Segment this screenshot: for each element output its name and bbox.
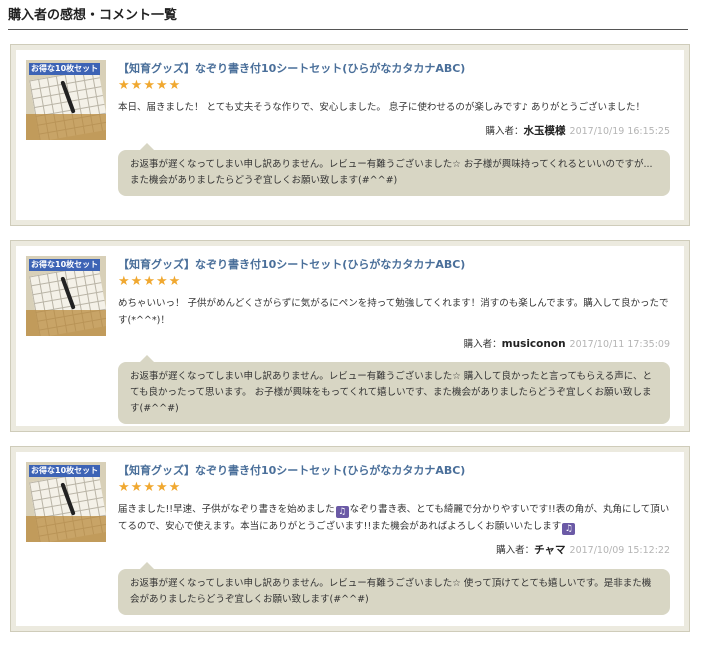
page-title: 購入者の感想・コメント一覧 [8,4,688,30]
review-card: お得な10枚セット 【知育グッズ】なぞり書き付10シートセット(ひらがなカタカナ… [10,44,690,226]
review-card-inner: お得な10枚セット 【知育グッズ】なぞり書き付10シートセット(ひらがなカタカナ… [16,452,684,626]
reviewer-name: 水玉模様 [523,125,566,137]
review-card-inner: お得な10枚セット 【知育グッズ】なぞり書き付10シートセット(ひらがなカタカナ… [16,50,684,220]
product-thumbnail[interactable]: お得な10枚セット [26,60,106,140]
shop-reply: お返事が遅くなってしまい申し訳ありません。レビュー有難うございました☆ お子様が… [118,143,670,196]
review-comment: 本日、届きました！ とても丈夫そうな作りで、安心しました。 息子に使わせるのが楽… [118,102,645,113]
thumbnail-label: お得な10枚セット [29,63,101,75]
music-note-icon: ♫ [562,523,576,535]
review-card-inner: お得な10枚セット 【知育グッズ】なぞり書き付10シートセット(ひらがなカタカナ… [16,246,684,426]
star-icon: ★ [168,480,181,495]
reviewer-name: チャマ [534,544,566,556]
star-icon: ★ [143,480,155,495]
product-title-link[interactable]: 【知育グッズ】なぞり書き付10シートセット(ひらがなカタカナABC) [118,62,670,76]
star-icon: ★ [143,274,155,289]
thumbnail-shadow [26,516,106,542]
review-card: お得な10枚セット 【知育グッズ】なぞり書き付10シートセット(ひらがなカタカナ… [10,446,690,632]
review-comment: 届きました!!早速、子供がなぞり書きを始めました ♫ なぞり書き表、とても綺麗で分か… [118,501,670,535]
product-thumbnail[interactable]: お得な10枚セット [26,462,106,542]
star-icon: ★ [118,78,130,93]
reply-arrow [140,143,154,150]
review-card: お得な10枚セット 【知育グッズ】なぞり書き付10シートセット(ひらがなカタカナ… [10,240,690,432]
star-icon: ★ [130,480,143,495]
star-icon: ★ [130,78,143,93]
star-icon: ★ [155,274,168,289]
star-icon: ★ [143,78,155,93]
reply-arrow [140,355,154,362]
shop-reply-text: お返事が遅くなってしまい申し訳ありません。レビュー有難うございました☆ お子様が… [130,159,653,186]
review-comment: めちゃいいっ！ 子供がめんどくさがらずに気がるにペンを持って勉強してくれます！消… [118,298,669,326]
review-content: 【知育グッズ】なぞり書き付10シートセット(ひらがなカタカナABC) ★ ★ ★… [118,452,684,615]
reply-arrow [140,562,154,569]
review-meta: 購入者：水玉模様 2017/10/19 16:15:25 [118,123,670,138]
rating-stars: ★ ★ ★ ★ ★ [118,78,670,93]
music-note-icon: ♫ [335,506,349,518]
review-date: 2017/10/09 15:12:22 [569,545,670,556]
star-icon: ★ [130,274,143,289]
star-icon: ★ [168,78,181,93]
thumbnail-label: お得な10枚セット [29,465,101,477]
rating-stars: ★ ★ ★ ★ ★ [118,274,670,289]
reviewer-prefix: 購入者： [496,545,535,556]
thumbnail-shadow [26,114,106,140]
shop-reply: お返事が遅くなってしまい申し訳ありません。レビュー有難うございました☆ 購入して… [118,355,670,424]
review-meta: 購入者：チャマ 2017/10/09 15:12:22 [118,542,670,557]
review-list: お得な10枚セット 【知育グッズ】なぞり書き付10シートセット(ひらがなカタカナ… [10,44,690,646]
shop-reply: お返事が遅くなってしまい申し訳ありません。レビュー有難うございました☆ 使って頂… [118,562,670,615]
review-date: 2017/10/11 17:35:09 [569,339,670,350]
reviewer-prefix: 購入者： [463,339,502,350]
star-icon: ★ [155,480,168,495]
review-meta: 購入者：musiconon 2017/10/11 17:35:09 [118,336,670,350]
product-thumbnail[interactable]: お得な10枚セット [26,256,106,336]
review-content: 【知育グッズ】なぞり書き付10シートセット(ひらがなカタカナABC) ★ ★ ★… [118,246,684,424]
reviewer-prefix: 購入者： [485,126,524,137]
product-title-link[interactable]: 【知育グッズ】なぞり書き付10シートセット(ひらがなカタカナABC) [118,258,670,272]
rating-stars: ★ ★ ★ ★ ★ [118,480,670,495]
thumbnail-shadow [26,310,106,336]
review-date: 2017/10/19 16:15:25 [569,126,670,137]
shop-reply-text: お返事が遅くなってしまい申し訳ありません。レビュー有難うございました☆ 使って頂… [130,578,652,605]
star-icon: ★ [118,480,130,495]
product-title-link[interactable]: 【知育グッズ】なぞり書き付10シートセット(ひらがなカタカナABC) [118,464,670,478]
star-icon: ★ [155,78,168,93]
star-icon: ★ [118,274,130,289]
review-comment-part: 届きました!!早速、子供がなぞり書きを始めました [118,504,335,515]
star-icon: ★ [168,274,181,289]
thumbnail-label: お得な10枚セット [29,259,101,271]
reviewer-name: musiconon [501,338,566,350]
review-content: 【知育グッズ】なぞり書き付10シートセット(ひらがなカタカナABC) ★ ★ ★… [118,50,684,196]
shop-reply-text: お返事が遅くなってしまい申し訳ありません。レビュー有難うございました☆ 購入して… [130,371,652,414]
